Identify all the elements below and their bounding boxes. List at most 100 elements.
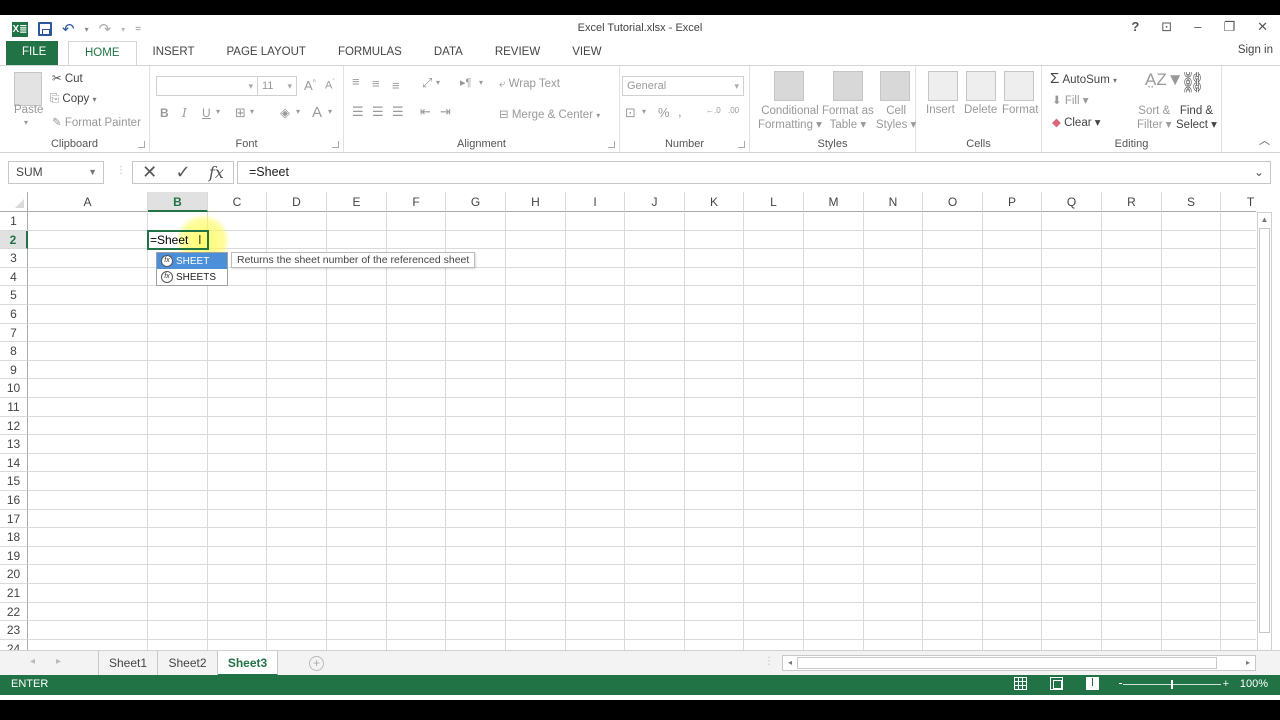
row-header-8[interactable]: 8 bbox=[0, 342, 28, 361]
align-left-icon[interactable]: ☰ bbox=[352, 104, 364, 120]
row-header-12[interactable]: 12 bbox=[0, 416, 28, 436]
paste-dropdown-icon[interactable]: ▾ bbox=[24, 118, 28, 127]
underline-button[interactable]: U bbox=[202, 106, 211, 120]
text-direction-dropdown-icon[interactable]: ▾ bbox=[479, 78, 483, 87]
column-header-t[interactable]: T bbox=[1221, 192, 1256, 212]
column-header-o[interactable]: O bbox=[923, 192, 983, 212]
row-header-21[interactable]: 21 bbox=[0, 584, 28, 603]
column-header-l[interactable]: L bbox=[744, 192, 804, 212]
row-header-6[interactable]: 6 bbox=[0, 305, 28, 324]
cancel-icon[interactable]: ✕ bbox=[142, 162, 157, 183]
paste-icon[interactable] bbox=[14, 72, 42, 106]
tab-insert[interactable]: INSERT bbox=[137, 41, 211, 65]
help-icon[interactable]: ? bbox=[1131, 19, 1139, 35]
borders-dropdown-icon[interactable]: ▾ bbox=[250, 107, 254, 116]
merge-center-button[interactable]: ⊟ Merge & Center ▾ bbox=[499, 107, 600, 121]
autosum-dropdown-icon[interactable]: ▾ bbox=[1113, 76, 1117, 85]
restore-icon[interactable]: ❐ bbox=[1223, 19, 1235, 35]
bottom-align-icon[interactable]: ≡ bbox=[392, 78, 400, 93]
tab-view[interactable]: VIEW bbox=[556, 41, 617, 65]
orientation-dropdown-icon[interactable]: ▾ bbox=[436, 78, 440, 87]
comma-style-button[interactable]: , bbox=[678, 104, 682, 119]
column-header-k[interactable]: K bbox=[685, 192, 744, 212]
column-header-b[interactable]: B bbox=[148, 192, 208, 212]
copy-dropdown-icon[interactable]: ▾ bbox=[92, 95, 96, 104]
ribbon-display-options-icon[interactable]: ⊡ bbox=[1161, 19, 1172, 35]
italic-button[interactable]: I bbox=[182, 106, 187, 120]
format-painter-button[interactable]: ✎ Format Painter bbox=[52, 115, 141, 129]
name-box[interactable]: SUM ▼ bbox=[8, 161, 104, 184]
row-header-16[interactable]: 16 bbox=[0, 491, 28, 510]
find-select-button[interactable]: Find & Select ▾ bbox=[1176, 104, 1217, 132]
alignment-launcher-icon[interactable] bbox=[608, 141, 615, 148]
delete-cells-button[interactable]: Delete bbox=[964, 104, 997, 116]
zoom-slider-knob[interactable] bbox=[1171, 680, 1173, 689]
percent-button[interactable]: % bbox=[658, 105, 670, 120]
row-header-24[interactable]: 24 bbox=[0, 639, 28, 650]
tab-page-layout[interactable]: PAGE LAYOUT bbox=[210, 41, 321, 65]
row-header-14[interactable]: 14 bbox=[0, 453, 28, 473]
column-header-d[interactable]: D bbox=[267, 192, 327, 212]
column-header-a[interactable]: A bbox=[28, 192, 148, 212]
format-cells-button[interactable]: Format bbox=[1002, 104, 1038, 116]
next-sheet-icon[interactable]: ▸ bbox=[56, 656, 61, 667]
bold-button[interactable]: B bbox=[160, 106, 169, 120]
column-header-s[interactable]: S bbox=[1162, 192, 1221, 212]
align-center-icon[interactable]: ☰ bbox=[372, 104, 384, 120]
formula-bar-grip-icon[interactable]: ⋮ bbox=[116, 165, 126, 176]
row-header-2[interactable]: 2 bbox=[0, 230, 28, 250]
scroll-left-icon[interactable]: ◂ bbox=[783, 656, 797, 670]
tab-data[interactable]: DATA bbox=[418, 41, 479, 65]
tab-file[interactable]: FILE bbox=[6, 41, 58, 65]
sheet-tab-sheet3[interactable]: Sheet3 bbox=[218, 651, 278, 676]
row-header-9[interactable]: 9 bbox=[0, 360, 28, 380]
column-header-e[interactable]: E bbox=[327, 192, 387, 212]
increase-decimal-button[interactable]: ←.0 bbox=[706, 106, 721, 115]
tab-review[interactable]: REVIEW bbox=[479, 41, 556, 65]
normal-view-icon[interactable] bbox=[1014, 677, 1027, 690]
prev-sheet-icon[interactable]: ◂ bbox=[30, 656, 35, 667]
vertical-scroll-thumb[interactable] bbox=[1259, 228, 1270, 633]
row-header-5[interactable]: 5 bbox=[0, 286, 28, 305]
autocomplete-item-sheet[interactable]: fx SHEET bbox=[157, 253, 227, 270]
autosum-button[interactable]: Σ AutoSum ▾ bbox=[1050, 70, 1117, 87]
clipboard-launcher-icon[interactable] bbox=[138, 141, 145, 148]
column-header-q[interactable]: Q bbox=[1042, 192, 1102, 212]
row-header-7[interactable]: 7 bbox=[0, 323, 28, 343]
row-header-11[interactable]: 11 bbox=[0, 398, 28, 417]
increase-font-size-icon[interactable]: A^ bbox=[304, 78, 316, 93]
top-align-icon[interactable]: ≡ bbox=[352, 74, 360, 89]
column-header-j[interactable]: J bbox=[625, 192, 685, 212]
number-format-select[interactable]: General bbox=[622, 76, 744, 96]
enter-check-icon[interactable]: ✓ bbox=[176, 162, 191, 183]
page-break-view-icon[interactable] bbox=[1086, 677, 1099, 690]
horizontal-scroll-thumb[interactable] bbox=[797, 657, 1217, 669]
fill-color-dropdown-icon[interactable]: ▾ bbox=[296, 107, 300, 116]
cell-styles-button[interactable]: Cell Styles ▾ bbox=[876, 104, 916, 132]
merge-dropdown-icon[interactable]: ▾ bbox=[596, 111, 600, 120]
row-header-15[interactable]: 15 bbox=[0, 472, 28, 491]
font-size-select[interactable]: 11 bbox=[257, 76, 297, 96]
row-header-19[interactable]: 19 bbox=[0, 546, 28, 566]
minimize-icon[interactable]: – bbox=[1194, 19, 1201, 35]
text-direction-icon[interactable]: ▸¶ bbox=[460, 76, 471, 89]
insert-function-icon[interactable]: fx bbox=[209, 163, 224, 182]
number-launcher-icon[interactable] bbox=[738, 141, 745, 148]
row-header-4[interactable]: 4 bbox=[0, 267, 28, 287]
paste-button[interactable]: Paste bbox=[14, 104, 43, 116]
row-header-22[interactable]: 22 bbox=[0, 602, 28, 622]
font-color-dropdown-icon[interactable]: ▾ bbox=[328, 107, 332, 116]
sheet-tab-sheet1[interactable]: Sheet1 bbox=[98, 651, 158, 676]
format-as-table-button[interactable]: Format as Table ▾ bbox=[822, 104, 874, 132]
select-all-button[interactable] bbox=[0, 192, 28, 212]
column-header-m[interactable]: M bbox=[804, 192, 864, 212]
row-header-20[interactable]: 20 bbox=[0, 565, 28, 584]
fill-color-icon[interactable]: ◈ bbox=[280, 105, 290, 121]
column-header-i[interactable]: I bbox=[566, 192, 625, 212]
copy-button[interactable]: ⎘ Copy ▾ bbox=[50, 93, 96, 106]
clear-button[interactable]: ◆ Clear ▾ bbox=[1052, 115, 1101, 129]
middle-align-icon[interactable]: ≡ bbox=[372, 76, 380, 91]
row-header-3[interactable]: 3 bbox=[0, 249, 28, 268]
page-layout-view-icon[interactable] bbox=[1050, 677, 1063, 690]
font-name-select[interactable] bbox=[156, 76, 258, 96]
